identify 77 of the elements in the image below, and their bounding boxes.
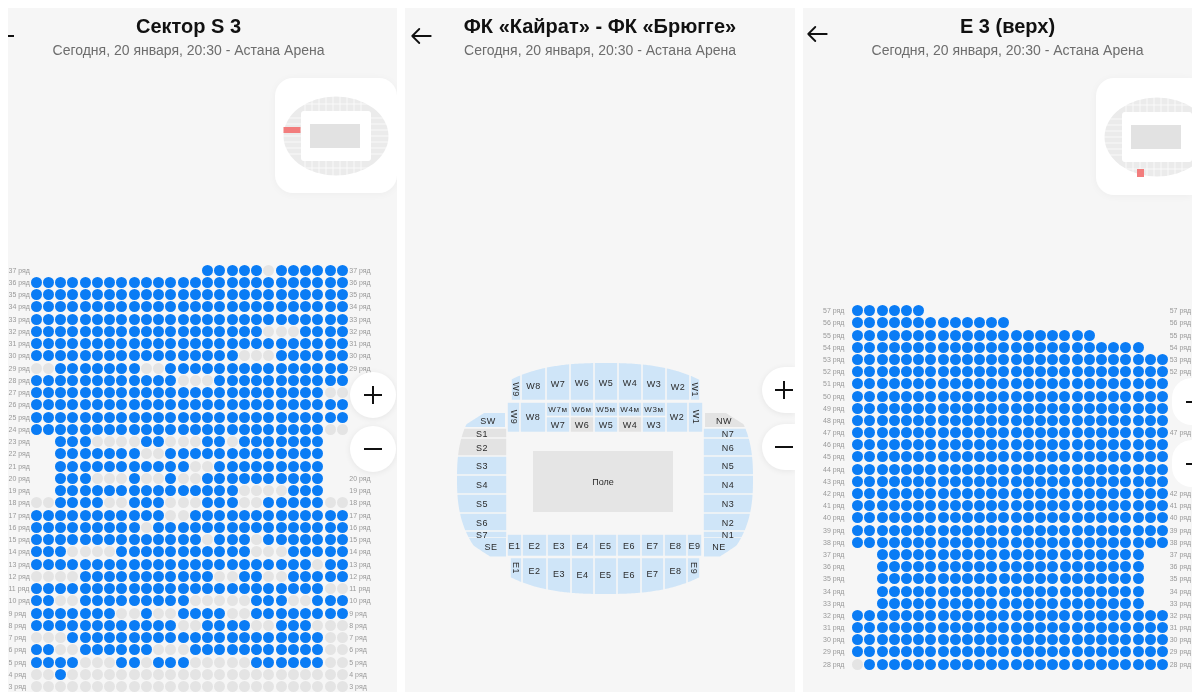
stadium-sector[interactable]: S2 — [458, 438, 507, 456]
stadium-sector[interactable]: S7 — [465, 530, 507, 540]
minus-icon — [364, 448, 382, 450]
stadium-sector[interactable]: E7 — [641, 558, 664, 593]
stadium-sector[interactable]: E3 — [547, 534, 571, 556]
stadium-sector[interactable]: N6 — [703, 438, 752, 456]
stadium-sector[interactable]: W8 — [520, 402, 546, 432]
stadium-sector[interactable]: W4м — [618, 402, 642, 416]
stadium-sector[interactable]: W2 — [666, 368, 690, 400]
stadium-sector[interactable]: E8 — [664, 534, 687, 556]
stadium-sector[interactable]: E6 — [617, 558, 641, 594]
page-title: Сектор S 3 — [135, 14, 242, 38]
stadium-sector[interactable]: NE — [704, 538, 741, 557]
stadium-sector[interactable]: E4 — [571, 558, 594, 594]
football-field: Поле — [533, 451, 673, 512]
stadium-sector[interactable]: S1 — [461, 428, 507, 439]
event-subtitle: Сегодня, 20 января, 20:30 - Астана Арена — [52, 41, 325, 59]
plus-icon — [775, 381, 793, 399]
stadium-sector[interactable]: W7м — [546, 402, 570, 416]
event-subtitle: Сегодня, 20 января, 20:30 - Астана Арена — [464, 41, 736, 59]
stadium-sector[interactable]: NW — [705, 413, 745, 427]
zoom-in-button[interactable] — [762, 367, 795, 413]
stadium-sector[interactable]: E1 — [510, 558, 522, 582]
stadium-sector[interactable]: S6 — [460, 513, 507, 531]
stadium-sector[interactable]: E2 — [522, 558, 547, 590]
stadium-sector[interactable]: SE — [469, 538, 506, 557]
stadium-sector[interactable]: W9 — [511, 375, 521, 400]
page-title: ФК «Кайрат» - ФК «Брюгге» — [463, 14, 737, 38]
event-subtitle: Сегодня, 20 января, 20:30 - Астана Арена — [871, 41, 1144, 59]
stadium-sector[interactable]: N5 — [703, 456, 753, 475]
stadium-sector[interactable]: S5 — [457, 494, 507, 513]
stadium-sector[interactable]: W2 — [666, 402, 688, 432]
stadium-sector[interactable]: E9 — [687, 534, 702, 556]
back-arrow-icon[interactable] — [411, 28, 432, 44]
stadium-sector[interactable]: W3м — [642, 402, 666, 416]
stadium-sector[interactable]: N3 — [703, 494, 753, 513]
stadium-sector[interactable]: W7 — [546, 417, 570, 432]
stadium-sector[interactable]: E5 — [594, 534, 617, 556]
stadium-sector[interactable]: W4 — [618, 363, 642, 400]
stadium-sector[interactable]: E4 — [571, 534, 594, 556]
stadium-sector[interactable]: W5м — [594, 402, 618, 416]
stadium-sector[interactable]: W1 — [690, 375, 700, 400]
stadium-sector[interactable]: SW — [465, 413, 505, 427]
stadium-sector[interactable]: E6 — [617, 534, 641, 556]
zoom-in-button[interactable] — [350, 372, 396, 418]
stadium-sector[interactable]: E1 — [507, 534, 522, 556]
stadium-sector[interactable]: W3 — [642, 417, 666, 432]
stadium-sector[interactable]: W6 — [570, 417, 594, 432]
stadium-sector[interactable]: E8 — [664, 558, 687, 590]
stadium-sector[interactable]: S3 — [457, 456, 507, 475]
back-arrow-icon[interactable] — [807, 26, 828, 42]
zoom-out-button[interactable] — [762, 424, 795, 470]
stadium-sector[interactable]: E3 — [547, 558, 571, 593]
stadium-sector[interactable]: W3 — [642, 364, 666, 400]
stadium-sector[interactable]: E9 — [687, 558, 700, 583]
stadium-sector[interactable]: N4 — [703, 475, 753, 494]
stadium-sector[interactable]: W5 — [594, 417, 618, 432]
stadium-sector[interactable]: N7 — [703, 428, 749, 439]
stadium-sector[interactable]: W8 — [521, 367, 546, 400]
stadium-sector[interactable]: N2 — [703, 513, 750, 531]
stadium-sector[interactable]: W5 — [594, 363, 618, 400]
stadium-sector[interactable]: E5 — [594, 558, 617, 594]
stadium-sector[interactable]: S4 — [457, 475, 507, 494]
dash-icon[interactable] — [1186, 400, 1192, 403]
page-title: E 3 (верх) — [959, 14, 1056, 38]
stadium-sector[interactable]: W6м — [570, 402, 594, 416]
stadium-sector[interactable]: W6 — [570, 363, 594, 400]
dash-icon[interactable] — [1186, 462, 1192, 465]
plus-icon — [364, 386, 382, 404]
stadium-sector[interactable]: W1 — [688, 402, 703, 432]
stadium-sector[interactable]: N1 — [703, 530, 745, 540]
minus-icon — [775, 446, 793, 448]
stadium-sector[interactable]: E2 — [522, 534, 547, 556]
stadium-sector[interactable]: W9 — [507, 402, 520, 432]
stadium-sector[interactable]: W7 — [546, 364, 570, 400]
stadium-sector[interactable]: E7 — [641, 534, 664, 556]
stadium-sector[interactable]: W4 — [618, 417, 642, 432]
